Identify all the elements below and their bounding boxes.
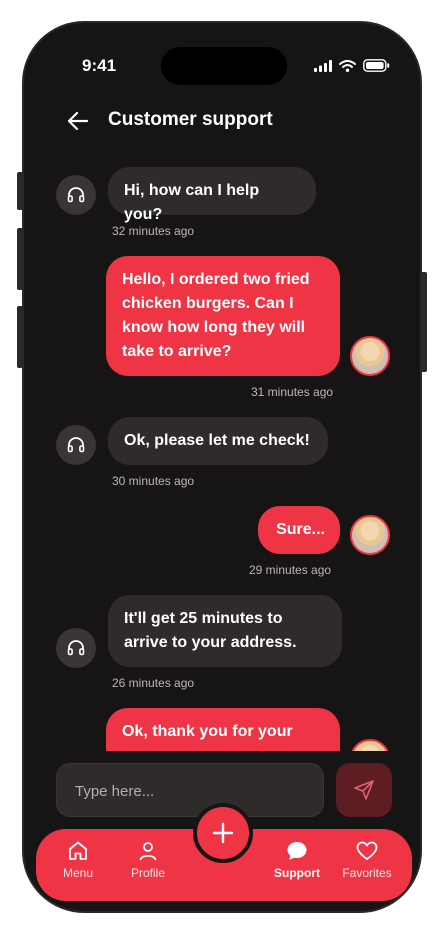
user-message-bubble: Hello, I ordered two fried chicken burge… bbox=[106, 256, 340, 376]
signal-icon bbox=[314, 59, 332, 72]
headset-icon bbox=[67, 187, 85, 203]
nav-label: Profile bbox=[130, 866, 165, 880]
nav-item-favorites[interactable]: Favorites bbox=[332, 839, 402, 880]
message-text: It'll get 25 minutes to arrive to your a… bbox=[124, 610, 297, 651]
page-title: Customer support bbox=[108, 109, 273, 130]
message-text: Ok, thank you for your bbox=[122, 723, 293, 740]
wifi-icon bbox=[339, 59, 356, 72]
message-timestamp: 29 minutes ago bbox=[249, 563, 332, 577]
chat-thread[interactable]: Hi, how can I help you? 32 minutes ago H… bbox=[24, 151, 420, 751]
send-icon bbox=[354, 780, 374, 800]
nav-label: Support bbox=[274, 866, 320, 880]
home-icon bbox=[69, 841, 87, 860]
message-input[interactable] bbox=[73, 764, 307, 818]
headset-icon bbox=[67, 437, 85, 453]
user-avatar bbox=[350, 336, 390, 376]
app-header: Customer support bbox=[24, 103, 420, 143]
message-timestamp: 32 minutes ago bbox=[112, 224, 195, 238]
message-timestamp: 30 minutes ago bbox=[112, 474, 195, 488]
message-timestamp: 26 minutes ago bbox=[112, 676, 195, 690]
user-avatar bbox=[350, 515, 390, 555]
status-icons bbox=[314, 59, 390, 72]
message-timestamp: 31 minutes ago bbox=[251, 385, 334, 399]
status-bar: 9:41 bbox=[24, 23, 420, 103]
agent-message-bubble: Ok, please let me check! bbox=[108, 417, 328, 465]
message-text: Ok, please let me check! bbox=[124, 432, 310, 449]
phone-frame: 9:41 Customer support Hi, how can I help… bbox=[22, 21, 422, 913]
nav-label: Favorites bbox=[342, 866, 392, 880]
support-agent-avatar bbox=[56, 425, 96, 465]
plus-icon bbox=[212, 822, 234, 844]
user-message-bubble: Ok, thank you for your bbox=[106, 708, 340, 751]
chat-bubble-icon bbox=[287, 842, 307, 860]
message-text: Sure... bbox=[276, 521, 325, 538]
battery-icon bbox=[363, 59, 390, 72]
back-arrow-icon[interactable] bbox=[64, 107, 92, 135]
user-avatar bbox=[350, 739, 390, 751]
message-text: Hello, I ordered two fried chicken burge… bbox=[122, 271, 310, 360]
user-message-bubble: Sure... bbox=[258, 506, 340, 554]
person-icon bbox=[139, 842, 157, 861]
dynamic-island bbox=[161, 47, 287, 85]
message-composer bbox=[56, 763, 324, 818]
heart-icon bbox=[356, 841, 378, 860]
support-agent-avatar bbox=[56, 175, 96, 215]
status-time: 9:41 bbox=[82, 56, 117, 75]
agent-message-bubble: Hi, how can I help you? bbox=[108, 167, 316, 223]
nav-item-menu[interactable]: Menu bbox=[43, 839, 113, 880]
add-button[interactable] bbox=[193, 803, 253, 863]
nav-item-profile[interactable]: Profile bbox=[113, 839, 183, 880]
message-text: Hi, how can I help you? bbox=[124, 182, 260, 223]
agent-message-bubble: It'll get 25 minutes to arrive to your a… bbox=[108, 595, 342, 667]
nav-item-support[interactable]: Support bbox=[262, 839, 332, 880]
nav-label: Menu bbox=[62, 866, 94, 880]
headset-icon bbox=[67, 640, 85, 656]
send-button[interactable] bbox=[336, 763, 392, 817]
support-agent-avatar bbox=[56, 628, 96, 668]
